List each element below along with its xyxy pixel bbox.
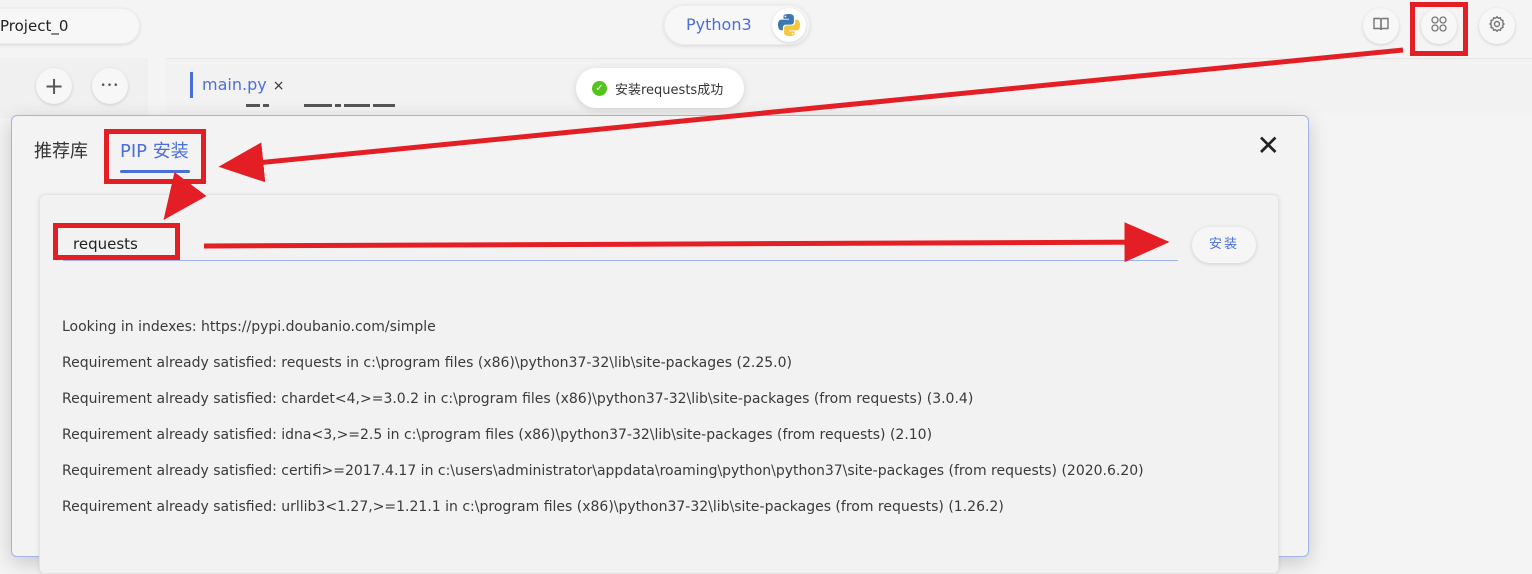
language-label: Python3 [686,15,752,34]
success-toast: ✓ 安装requests成功 [576,68,744,108]
close-icon[interactable]: ✕ [1257,132,1280,160]
tab-recommended-libraries[interactable]: 推荐库 [34,140,88,164]
log-line: Requirement already satisfied: idna<3,>=… [62,427,933,443]
check-circle-icon: ✓ [592,80,607,96]
highlight-input [53,223,180,260]
settings-icon [1488,15,1506,37]
install-log: Looking in indexes: https://pypi.doubani… [62,317,1262,533]
tab-label: main.py [202,75,267,94]
language-selector[interactable]: Python3 [664,5,810,45]
pip-install-panel: requests 安装 Looking in indexes: https://… [39,194,1279,574]
highlight-pip-tab [104,129,206,184]
tab-main-py[interactable]: main.py × [190,72,284,98]
top-bar: Project_0 Python3 [0,0,1532,56]
more-options-button[interactable]: ••• [92,68,128,104]
highlight-packages-button [1410,2,1468,56]
docs-button[interactable] [1363,8,1399,44]
tab-close-button[interactable]: × [273,78,285,94]
log-line: Requirement already satisfied: chardet<4… [62,391,974,407]
add-file-button[interactable]: + [36,68,72,104]
settings-button[interactable] [1479,8,1515,44]
toast-message: 安装requests成功 [615,82,724,98]
install-button[interactable]: 安装 [1192,227,1256,263]
log-line: Looking in indexes: https://pypi.doubani… [62,319,436,335]
log-line: Requirement already satisfied: certifi>=… [62,463,1144,479]
log-line: Requirement already satisfied: urllib3<1… [62,499,1004,515]
python-logo-icon [772,8,806,42]
project-name-field[interactable]: Project_0 [0,8,140,44]
log-line: Requirement already satisfied: requests … [62,355,792,371]
input-underline [63,260,1178,261]
book-icon [1372,15,1390,37]
